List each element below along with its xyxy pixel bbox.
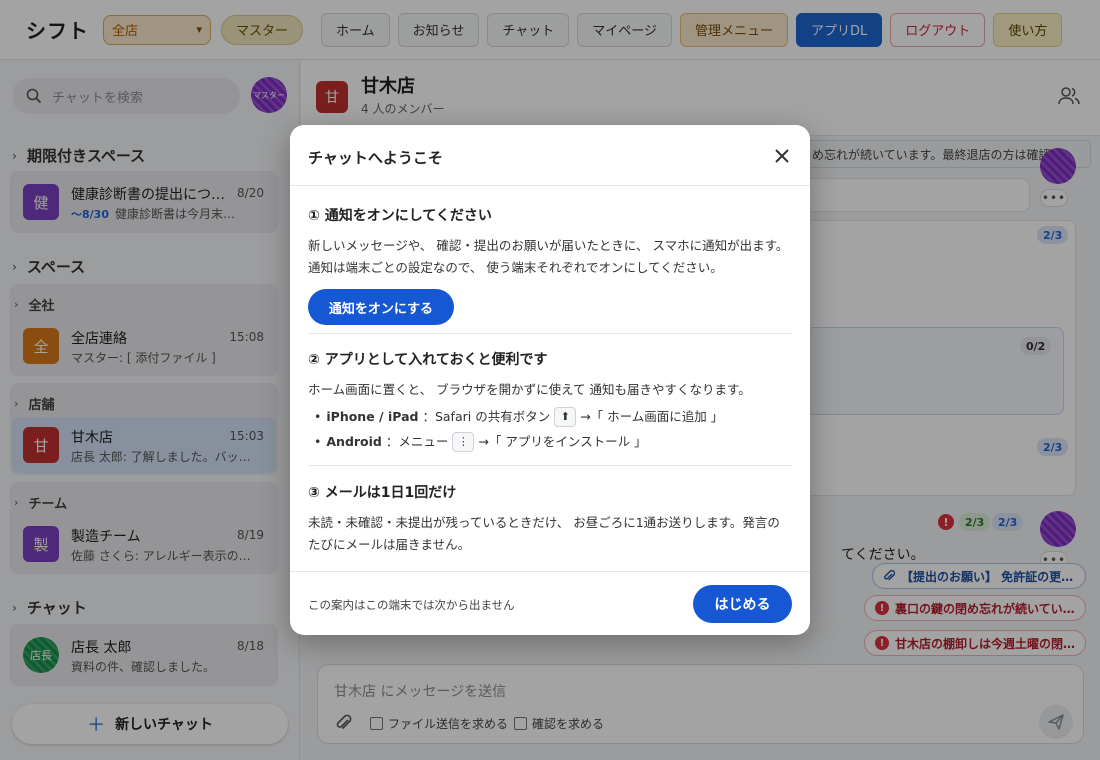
android-text: ：メニュー (385, 434, 449, 449)
share-icon: ⬆ (554, 406, 577, 427)
ios-instruction: • iPhone / iPad ：Safari の共有ボタン ⬆ →「 ホーム画… (308, 404, 792, 429)
android-instruction: • Android ：メニュー ⋮ →「 アプリをインストール 」 (308, 429, 792, 454)
step-install-app: ② アプリとして入れておくと便利です ホーム画面に置くと、 ブラウザを開かずに使… (308, 349, 792, 454)
step-email: ③ メールは1日1回だけ 未読・未確認・未提出が残っているときだけ、 お昼ごろに… (308, 482, 792, 556)
dialog-footer: この案内はこの端末では次から出ません はじめる (290, 571, 810, 635)
footer-note: この案内はこの端末では次から出ません (308, 598, 515, 612)
step-body: 未読・未確認・未提出が残っているときだけ、 お昼ごろに1通お送りします。発言のた… (308, 515, 780, 552)
step-title: ② アプリとして入れておくと便利です (308, 352, 548, 368)
android-label: Android (326, 434, 382, 449)
step-body: 新しいメッセージや、 確認・提出のお願いが届いたときに、 スマホに通知が出ます。… (308, 238, 789, 275)
divider (308, 465, 792, 466)
android-text-after: →「 アプリをインストール 」 (478, 434, 647, 449)
ios-text-after: →「 ホーム画面に追加 」 (580, 409, 724, 424)
welcome-dialog: チャットへようこそ ① 通知をオンにしてください 新しいメッセージや、 確認・提… (290, 125, 810, 635)
step-title: ① 通知をオンにしてください (308, 208, 492, 224)
start-button[interactable]: はじめる (693, 585, 792, 623)
dialog-title: チャットへようこそ (308, 149, 443, 167)
step-body: ホーム画面に置くと、 ブラウザを開かずに使えて 通知も届きやすくなります。 (308, 382, 751, 397)
menu-dots-icon: ⋮ (452, 431, 475, 452)
ios-label: iPhone / iPad (326, 409, 419, 424)
enable-notifications-button[interactable]: 通知をオンにする (308, 289, 454, 325)
step-title: ③ メールは1日1回だけ (308, 485, 457, 501)
dialog-header: チャットへようこそ (290, 125, 810, 186)
close-icon[interactable] (774, 148, 790, 164)
divider (308, 333, 792, 334)
step-notifications: ① 通知をオンにしてください 新しいメッセージや、 確認・提出のお願いが届いたと… (308, 205, 792, 325)
ios-text: ：Safari の共有ボタン (422, 409, 551, 424)
